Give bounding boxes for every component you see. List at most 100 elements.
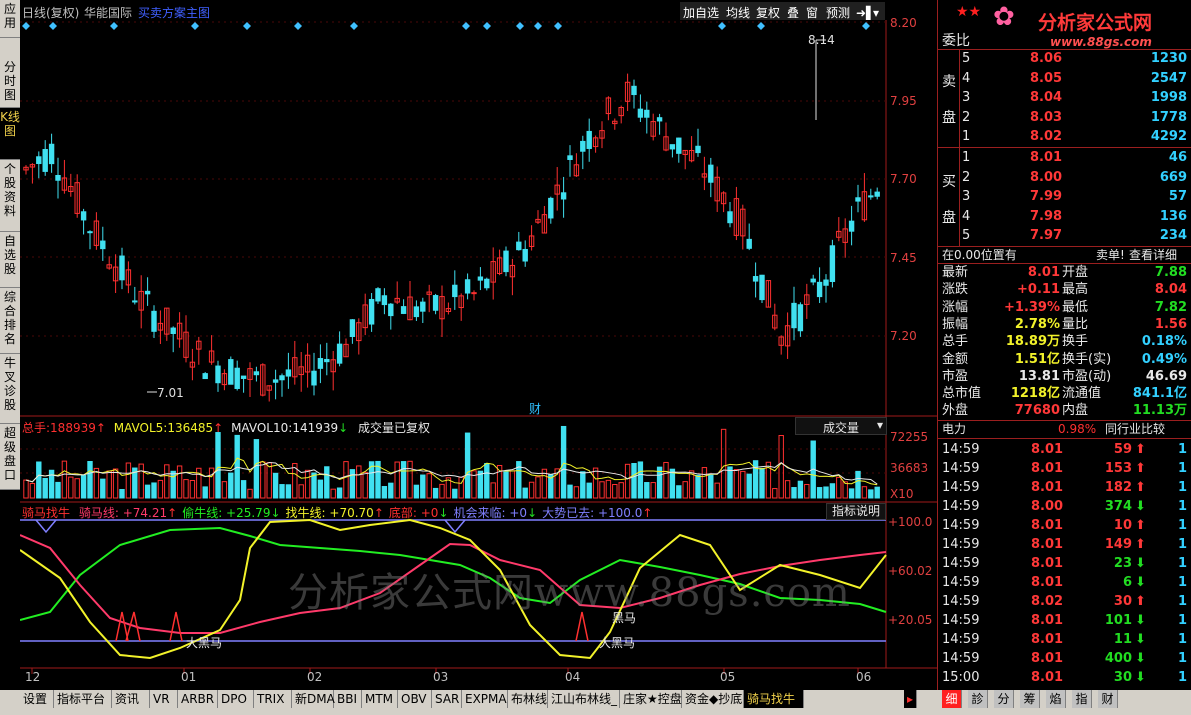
tick-count: 1 [1177,575,1187,590]
brand-url: www.88gs.com [1050,35,1152,49]
candle-body [567,155,573,160]
bottom-tab-7[interactable]: 新DMA [292,690,335,708]
quote-value: 7.88 [1154,265,1187,280]
candle-body [80,211,87,221]
indicator-explain-button[interactable]: 指标说明 [826,503,886,520]
detail-tab-0[interactable]: 细 [942,690,962,708]
buy-row-price[interactable]: 7.98 [1030,207,1062,226]
sector-name[interactable]: 电力 [942,421,966,438]
sell-row-price[interactable]: 8.03 [1030,108,1062,127]
tick-price: 8.00 [1031,499,1064,514]
quote-value: 8.04 [1154,282,1187,298]
volume-selector[interactable]: 成交量 ▾ [795,417,887,435]
bottom-tab-2[interactable]: 资讯 [112,690,150,708]
total-volume-value: 188939 [50,421,96,435]
finance-marker[interactable]: 财 [529,400,541,417]
sell-row-volume: 2547 [1150,70,1187,86]
bottom-tab-10[interactable]: OBV [398,690,432,708]
bottom-tab-1[interactable]: 指标平台 [54,690,112,708]
indicator-arrow-5: ↑ [642,506,653,520]
chevron-down-icon[interactable]: ▾ [877,418,883,432]
tab-stock-info[interactable]: 个股资料 [0,160,20,232]
bottom-tab-4[interactable]: ARBR [178,690,218,708]
volume-bar [420,474,426,499]
indicator-item-1: 偷牛线: +25.79 [182,506,271,520]
volume-bar [842,481,848,499]
candle-body [759,274,765,301]
tab-super-book[interactable]: 超级盘口 [0,424,20,490]
candle-body [708,164,714,183]
detail-tab-5[interactable]: 指 [1072,690,1092,708]
bottom-tab-17[interactable]: 骑马找牛 [744,690,804,708]
detail-tab-1[interactable]: 診 [968,690,988,708]
tab-apps[interactable]: 应用 [0,0,20,38]
tab-diagnosis[interactable]: 牛叉诊股 [0,354,20,424]
candle-body [727,211,733,224]
star-icon: ★★ [956,4,982,20]
sell-row-price[interactable]: 8.04 [1030,88,1062,107]
volume-bar [381,486,388,499]
bottom-tab-0[interactable]: 设置 [20,690,54,708]
tab-watchlist[interactable]: 自选股 [0,232,20,288]
bottom-tab-14[interactable]: 江山布林线_ [548,690,620,708]
view-detail-link[interactable]: 查看详细 [1129,247,1177,263]
quote-value: 11.13万 [1132,403,1187,419]
bottom-tab-3[interactable]: VR [150,690,178,708]
signal-diamond-13 [757,22,765,30]
tab-kline[interactable]: K线图 [0,108,20,160]
detail-tab-3[interactable]: 筹 [1020,690,1040,708]
candle-body [797,304,804,332]
x-tick-feb: 02 [307,670,323,684]
volume-bar [624,463,631,499]
bottom-tab-11[interactable]: SAR [432,690,462,708]
scroll-right-icon[interactable]: ▸ [904,690,917,708]
bottom-tab-12[interactable]: EXPMA [462,690,508,708]
volume-bar [452,488,458,499]
volume-bar [183,479,189,499]
detail-tab-4[interactable]: 焰 [1046,690,1066,708]
volume-bar [330,488,336,499]
tick-count: 1 [1177,651,1187,666]
volume-bar [240,480,247,499]
tab-intraday[interactable]: 分时图 [0,58,20,108]
bottom-tab-8[interactable]: BBI [334,690,362,708]
volume-bar [298,484,304,499]
volume-bar [464,432,471,499]
tick-price: 8.01 [1031,575,1064,590]
arrow-down-icon: ⬇ [1135,575,1146,590]
quote-label: 市盈(动) [1062,368,1112,384]
buy-row-price[interactable]: 8.00 [1030,168,1062,187]
peer-compare-button[interactable]: 同行业比较 [1105,421,1165,438]
bottom-tab-6[interactable]: TRIX [254,690,292,708]
buy-row-price[interactable]: 8.01 [1030,148,1062,167]
sell-row-price[interactable]: 8.05 [1030,69,1062,88]
quote-label: 内盘 [1062,403,1089,419]
tab-ranking[interactable]: 综合排名 [0,288,20,354]
sell-row-price[interactable]: 8.06 [1030,49,1062,68]
brand-header: ★★ ✿ 分析家公式网 www.88gs.com [938,0,1191,50]
bottom-tab-16[interactable]: 资金◆抄底 [682,690,744,708]
bottom-tab-15[interactable]: 庄家★控盘 [620,690,682,708]
quote-label: 最高 [1062,282,1089,298]
signal-diamond-8 [483,22,491,30]
bottom-tab-5[interactable]: DPO [218,690,254,708]
bottom-tab-13[interactable]: 布林线 [508,690,548,708]
tick-count: 1 [1177,499,1187,514]
detail-tab-2[interactable]: 分 [994,690,1014,708]
candle-body [752,276,759,282]
volume-bar [266,462,272,499]
candle-body [215,365,221,384]
volume-bar [29,482,36,499]
candle-body [349,319,356,338]
detail-tab-6[interactable]: 财 [1098,690,1118,708]
bottom-tab-9[interactable]: MTM [362,690,398,708]
x-tick-apr: 04 [565,670,581,684]
sell-row-price[interactable]: 8.02 [1030,127,1062,146]
signal-diamond-14 [862,22,870,30]
tick-count: 1 [1177,594,1187,609]
volume-bar [125,462,132,499]
buy-row-price[interactable]: 7.97 [1030,226,1062,245]
buy-row-price[interactable]: 7.99 [1030,187,1062,206]
sell-row-volume: 4292 [1150,129,1187,145]
tick-price: 8.02 [1031,594,1064,609]
